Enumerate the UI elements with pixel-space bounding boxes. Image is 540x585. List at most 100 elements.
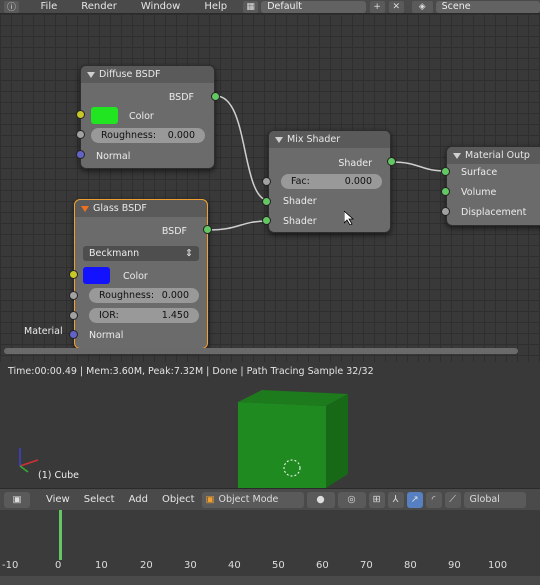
tick-label: 30 xyxy=(184,560,197,571)
info-editor-icon[interactable]: ⓘ xyxy=(4,0,20,13)
tick-label: 20 xyxy=(140,560,153,571)
tick-label: 40 xyxy=(228,560,241,571)
dropdown-arrows-icon: ⇕ xyxy=(185,248,193,259)
mix-node-title: Mix Shader xyxy=(287,134,341,145)
diffuse-node-title: Diffuse BSDF xyxy=(99,69,161,80)
mix-fac-slider[interactable]: Fac: 0.000 xyxy=(281,174,382,189)
tick-label: -10 xyxy=(2,560,19,571)
mix-shader2-input-socket[interactable] xyxy=(262,216,271,225)
add-layout-icon[interactable]: + xyxy=(369,0,385,13)
diffuse-bsdf-output-socket[interactable] xyxy=(211,92,220,101)
mix-shader1-label: Shader xyxy=(283,196,317,207)
3d-viewport[interactable]: Time:00:00.49 | Mem:3.60M, Peak:7.32M | … xyxy=(0,362,540,488)
mix-shader-output-socket[interactable] xyxy=(387,157,396,166)
scene-icon[interactable]: ◈ xyxy=(411,0,433,13)
menu-help[interactable]: Help xyxy=(192,1,239,12)
collapse-triangle-icon[interactable] xyxy=(87,71,95,78)
collapse-triangle-icon[interactable] xyxy=(453,152,461,159)
diffuse-color-label: Color xyxy=(129,111,154,122)
screen-layout-field[interactable]: Default xyxy=(261,0,366,13)
manipulator-icon[interactable]: ⅄ xyxy=(387,491,404,508)
glass-distribution-dropdown[interactable]: Beckmann ⇕ xyxy=(83,246,199,261)
output-volume-input-socket[interactable] xyxy=(441,187,450,196)
mix-shader-node[interactable]: Mix Shader Shader Fac: 0.000 Shader Shade… xyxy=(268,130,391,233)
glass-roughness-label: Roughness: xyxy=(99,290,155,301)
current-frame-indicator[interactable] xyxy=(59,510,62,560)
node-editor[interactable]: Diffuse BSDF BSDF Color Roughness: 0.000 … xyxy=(0,14,540,362)
diffuse-node-header[interactable]: Diffuse BSDF xyxy=(81,66,214,83)
link-diffuse-to-mix xyxy=(215,95,271,202)
translate-icon[interactable]: ↗ xyxy=(406,491,423,508)
scale-icon[interactable]: ⟋ xyxy=(444,491,461,508)
screen-layout-name: Default xyxy=(267,1,302,12)
output-surface-input-socket[interactable] xyxy=(441,167,450,176)
glass-roughness-input-socket[interactable] xyxy=(69,291,78,300)
node-editor-scrollbar[interactable] xyxy=(4,348,518,354)
diffuse-color-input-socket[interactable] xyxy=(76,110,85,119)
mix-output-label: Shader xyxy=(338,158,372,169)
glass-node-header[interactable]: Glass BSDF xyxy=(75,200,207,217)
glass-ior-value: 1.450 xyxy=(161,310,189,321)
diffuse-normal-label: Normal xyxy=(96,151,131,162)
pivot-point-icon[interactable]: ◎ xyxy=(337,491,366,508)
screen-layout-icon[interactable]: ▦ xyxy=(243,0,259,13)
orientation-dropdown[interactable]: Global xyxy=(463,491,526,508)
glass-roughness-slider[interactable]: Roughness: 0.000 xyxy=(89,288,199,303)
mix-node-header[interactable]: Mix Shader xyxy=(269,131,390,148)
diffuse-color-swatch[interactable] xyxy=(91,107,118,124)
output-displacement-input-socket[interactable] xyxy=(441,207,450,216)
tick-label: 0 xyxy=(55,560,62,571)
collapse-triangle-icon[interactable] xyxy=(275,136,283,143)
material-output-node[interactable]: Material Outp Surface Volume Displacemen… xyxy=(446,146,540,226)
mouse-cursor-icon xyxy=(344,211,354,225)
glass-color-label: Color xyxy=(123,271,148,282)
timeline-header xyxy=(0,576,540,585)
glass-ior-input-socket[interactable] xyxy=(69,311,78,320)
output-node-title: Material Outp xyxy=(465,150,530,161)
editor-type-icon[interactable]: ▣ xyxy=(4,491,30,508)
diffuse-normal-input-socket[interactable] xyxy=(76,150,85,159)
viewport-shading-icon[interactable]: ● xyxy=(306,491,335,508)
menu-file[interactable]: File xyxy=(29,1,70,12)
menu-window[interactable]: Window xyxy=(129,1,192,12)
tick-label: 10 xyxy=(95,560,108,571)
frame-ruler[interactable]: -10 0 10 20 30 40 50 60 70 80 90 100 xyxy=(0,560,540,574)
collapse-triangle-icon[interactable] xyxy=(81,205,89,212)
remove-layout-icon[interactable]: ✕ xyxy=(388,0,404,13)
menu-add[interactable]: Add xyxy=(122,494,155,505)
material-label: Material xyxy=(24,326,63,337)
scene-name: Scene xyxy=(441,1,471,12)
glass-bsdf-output-socket[interactable] xyxy=(203,225,212,234)
glass-color-input-socket[interactable] xyxy=(69,270,78,279)
mix-shader2-label: Shader xyxy=(283,216,317,227)
glass-ior-label: IOR: xyxy=(99,310,119,321)
menu-view[interactable]: View xyxy=(39,494,77,505)
glass-color-swatch[interactable] xyxy=(83,267,110,284)
mix-shader1-input-socket[interactable] xyxy=(262,197,271,206)
menu-select[interactable]: Select xyxy=(77,494,122,505)
output-node-header[interactable]: Material Outp xyxy=(447,147,540,164)
glass-ior-slider[interactable]: IOR: 1.450 xyxy=(89,308,199,323)
diffuse-bsdf-node[interactable]: Diffuse BSDF BSDF Color Roughness: 0.000 … xyxy=(80,65,215,169)
timeline[interactable]: -10 0 10 20 30 40 50 60 70 80 90 100 xyxy=(0,510,540,585)
diffuse-roughness-input-socket[interactable] xyxy=(76,130,85,139)
tick-label: 100 xyxy=(488,560,508,571)
output-volume-label: Volume xyxy=(461,187,497,198)
scene-field[interactable]: Scene xyxy=(435,0,540,13)
glass-distribution-value: Beckmann xyxy=(89,248,140,259)
diffuse-output-label: BSDF xyxy=(168,92,194,103)
tick-label: 70 xyxy=(360,560,373,571)
diffuse-roughness-label: Roughness: xyxy=(101,130,157,141)
rotate-icon[interactable]: ◜ xyxy=(425,491,442,508)
glass-normal-input-socket[interactable] xyxy=(69,330,78,339)
mode-dropdown[interactable]: ▣ Object Mode xyxy=(201,491,304,508)
snap-icon[interactable]: ⊞ xyxy=(368,491,385,508)
diffuse-roughness-slider[interactable]: Roughness: 0.000 xyxy=(91,128,205,143)
menu-object[interactable]: Object xyxy=(155,494,202,505)
mix-fac-input-socket[interactable] xyxy=(262,177,271,186)
menu-render[interactable]: Render xyxy=(69,1,129,12)
link-mix-to-output xyxy=(391,161,447,172)
glass-bsdf-node[interactable]: Glass BSDF BSDF Beckmann ⇕ Color Roughnes… xyxy=(74,199,208,349)
mix-fac-value: 0.000 xyxy=(344,176,372,187)
tick-label: 80 xyxy=(404,560,417,571)
